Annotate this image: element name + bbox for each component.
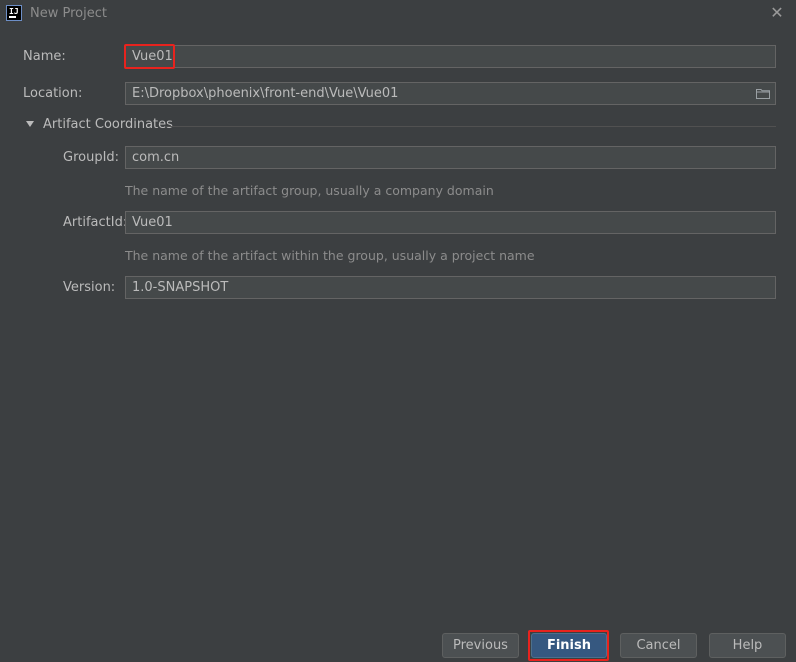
artifact-id-field[interactable] bbox=[125, 211, 776, 234]
title-bar: IJ New Project ✕ bbox=[0, 0, 796, 28]
intellij-idea-icon: IJ bbox=[6, 5, 22, 21]
section-divider bbox=[167, 126, 776, 127]
group-id-hint: The name of the artifact group, usually … bbox=[125, 183, 494, 198]
group-id-label: GroupId: bbox=[63, 150, 120, 165]
close-icon[interactable]: ✕ bbox=[770, 5, 784, 21]
artifact-coordinates-title[interactable]: Artifact Coordinates bbox=[43, 117, 173, 132]
window-title: New Project bbox=[30, 6, 107, 21]
finish-button[interactable]: Finish bbox=[531, 633, 607, 658]
artifact-id-hint: The name of the artifact within the grou… bbox=[125, 248, 535, 263]
name-label: Name: bbox=[23, 49, 66, 64]
cancel-button[interactable]: Cancel bbox=[620, 633, 697, 658]
version-field[interactable] bbox=[125, 276, 776, 299]
chevron-down-icon[interactable] bbox=[26, 121, 34, 127]
new-project-dialog: IJ New Project ✕ Name: Location: Artifac… bbox=[0, 0, 796, 662]
group-id-field[interactable] bbox=[125, 146, 776, 169]
artifact-id-label: ArtifactId: bbox=[63, 215, 128, 230]
name-field[interactable] bbox=[125, 45, 776, 68]
help-button[interactable]: Help bbox=[709, 633, 786, 658]
location-field[interactable] bbox=[125, 82, 776, 105]
previous-button[interactable]: Previous bbox=[442, 633, 519, 658]
folder-icon[interactable] bbox=[756, 88, 770, 99]
version-label: Version: bbox=[63, 280, 116, 295]
location-label: Location: bbox=[23, 86, 83, 101]
